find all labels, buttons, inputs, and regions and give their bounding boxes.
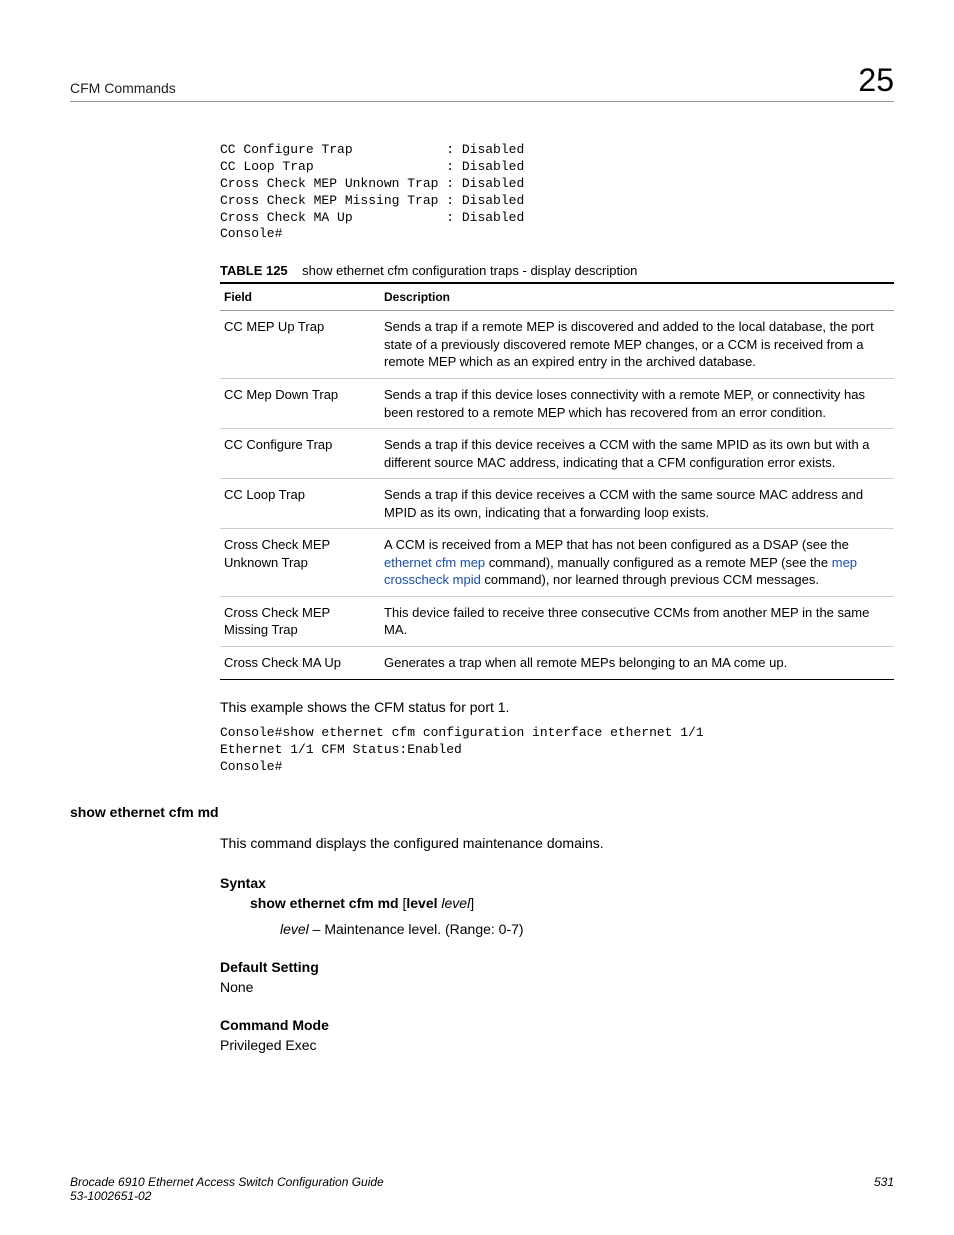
footer-page-number: 531 [874, 1175, 894, 1203]
page-header: CFM Commands 25 [70, 62, 894, 102]
field-cell: Cross Check MA Up [220, 647, 380, 679]
desc-cell: A CCM is received from a MEP that has no… [380, 529, 894, 597]
desc-cell: Sends a trap if this device loses connec… [380, 378, 894, 428]
field-cell: Cross Check MEP Unknown Trap [220, 529, 380, 597]
table-header-field: Field [220, 284, 380, 311]
command-mode-heading: Command Mode [220, 1017, 894, 1033]
table-row: CC Configure Trap Sends a trap if this d… [220, 429, 894, 479]
table-header-description: Description [380, 284, 894, 311]
table-row: CC MEP Up Trap Sends a trap if a remote … [220, 311, 894, 379]
command-mode-value: Privileged Exec [220, 1037, 894, 1053]
param-line: level – Maintenance level. (Range: 0-7) [280, 921, 894, 937]
command-name-heading: show ethernet cfm md [70, 804, 894, 820]
desc-cell: Sends a trap if this device receives a C… [380, 429, 894, 479]
table-caption: TABLE 125 show ethernet cfm configuratio… [220, 263, 894, 278]
table-label: TABLE 125 [220, 263, 288, 278]
default-setting-value: None [220, 979, 894, 995]
default-setting-heading: Default Setting [220, 959, 894, 975]
chapter-number: 25 [858, 62, 894, 99]
table-row: CC Mep Down Trap Sends a trap if this de… [220, 378, 894, 428]
example-intro: This example shows the CFM status for po… [220, 698, 894, 718]
field-cell: Cross Check MEP Missing Trap [220, 596, 380, 646]
table-row: Cross Check MEP Missing Trap This device… [220, 596, 894, 646]
syntax-line: show ethernet cfm md [level level] [250, 895, 894, 911]
console-output-1: CC Configure Trap : Disabled CC Loop Tra… [220, 142, 894, 243]
table-row: CC Loop Trap Sends a trap if this device… [220, 479, 894, 529]
footer-part-number: 53-1002651-02 [70, 1189, 384, 1203]
table-row: Cross Check MA Up Generates a trap when … [220, 647, 894, 679]
desc-cell: Sends a trap if a remote MEP is discover… [380, 311, 894, 379]
page-footer: Brocade 6910 Ethernet Access Switch Conf… [70, 1175, 894, 1203]
footer-doc-title: Brocade 6910 Ethernet Access Switch Conf… [70, 1175, 384, 1189]
console-output-2: Console#show ethernet cfm configuration … [220, 725, 894, 776]
syntax-heading: Syntax [220, 875, 894, 891]
field-cell: CC MEP Up Trap [220, 311, 380, 379]
desc-cell: Generates a trap when all remote MEPs be… [380, 647, 894, 679]
command-description: This command displays the configured mai… [220, 834, 894, 854]
desc-cell: Sends a trap if this device receives a C… [380, 479, 894, 529]
field-cell: CC Configure Trap [220, 429, 380, 479]
table-row: Cross Check MEP Unknown Trap A CCM is re… [220, 529, 894, 597]
header-section-title: CFM Commands [70, 62, 176, 96]
table-title: show ethernet cfm configuration traps - … [302, 263, 637, 278]
description-table: Field Description CC MEP Up Trap Sends a… [220, 282, 894, 679]
link-ethernet-cfm-mep[interactable]: ethernet cfm mep [384, 555, 485, 570]
field-cell: CC Mep Down Trap [220, 378, 380, 428]
desc-cell: This device failed to receive three cons… [380, 596, 894, 646]
field-cell: CC Loop Trap [220, 479, 380, 529]
